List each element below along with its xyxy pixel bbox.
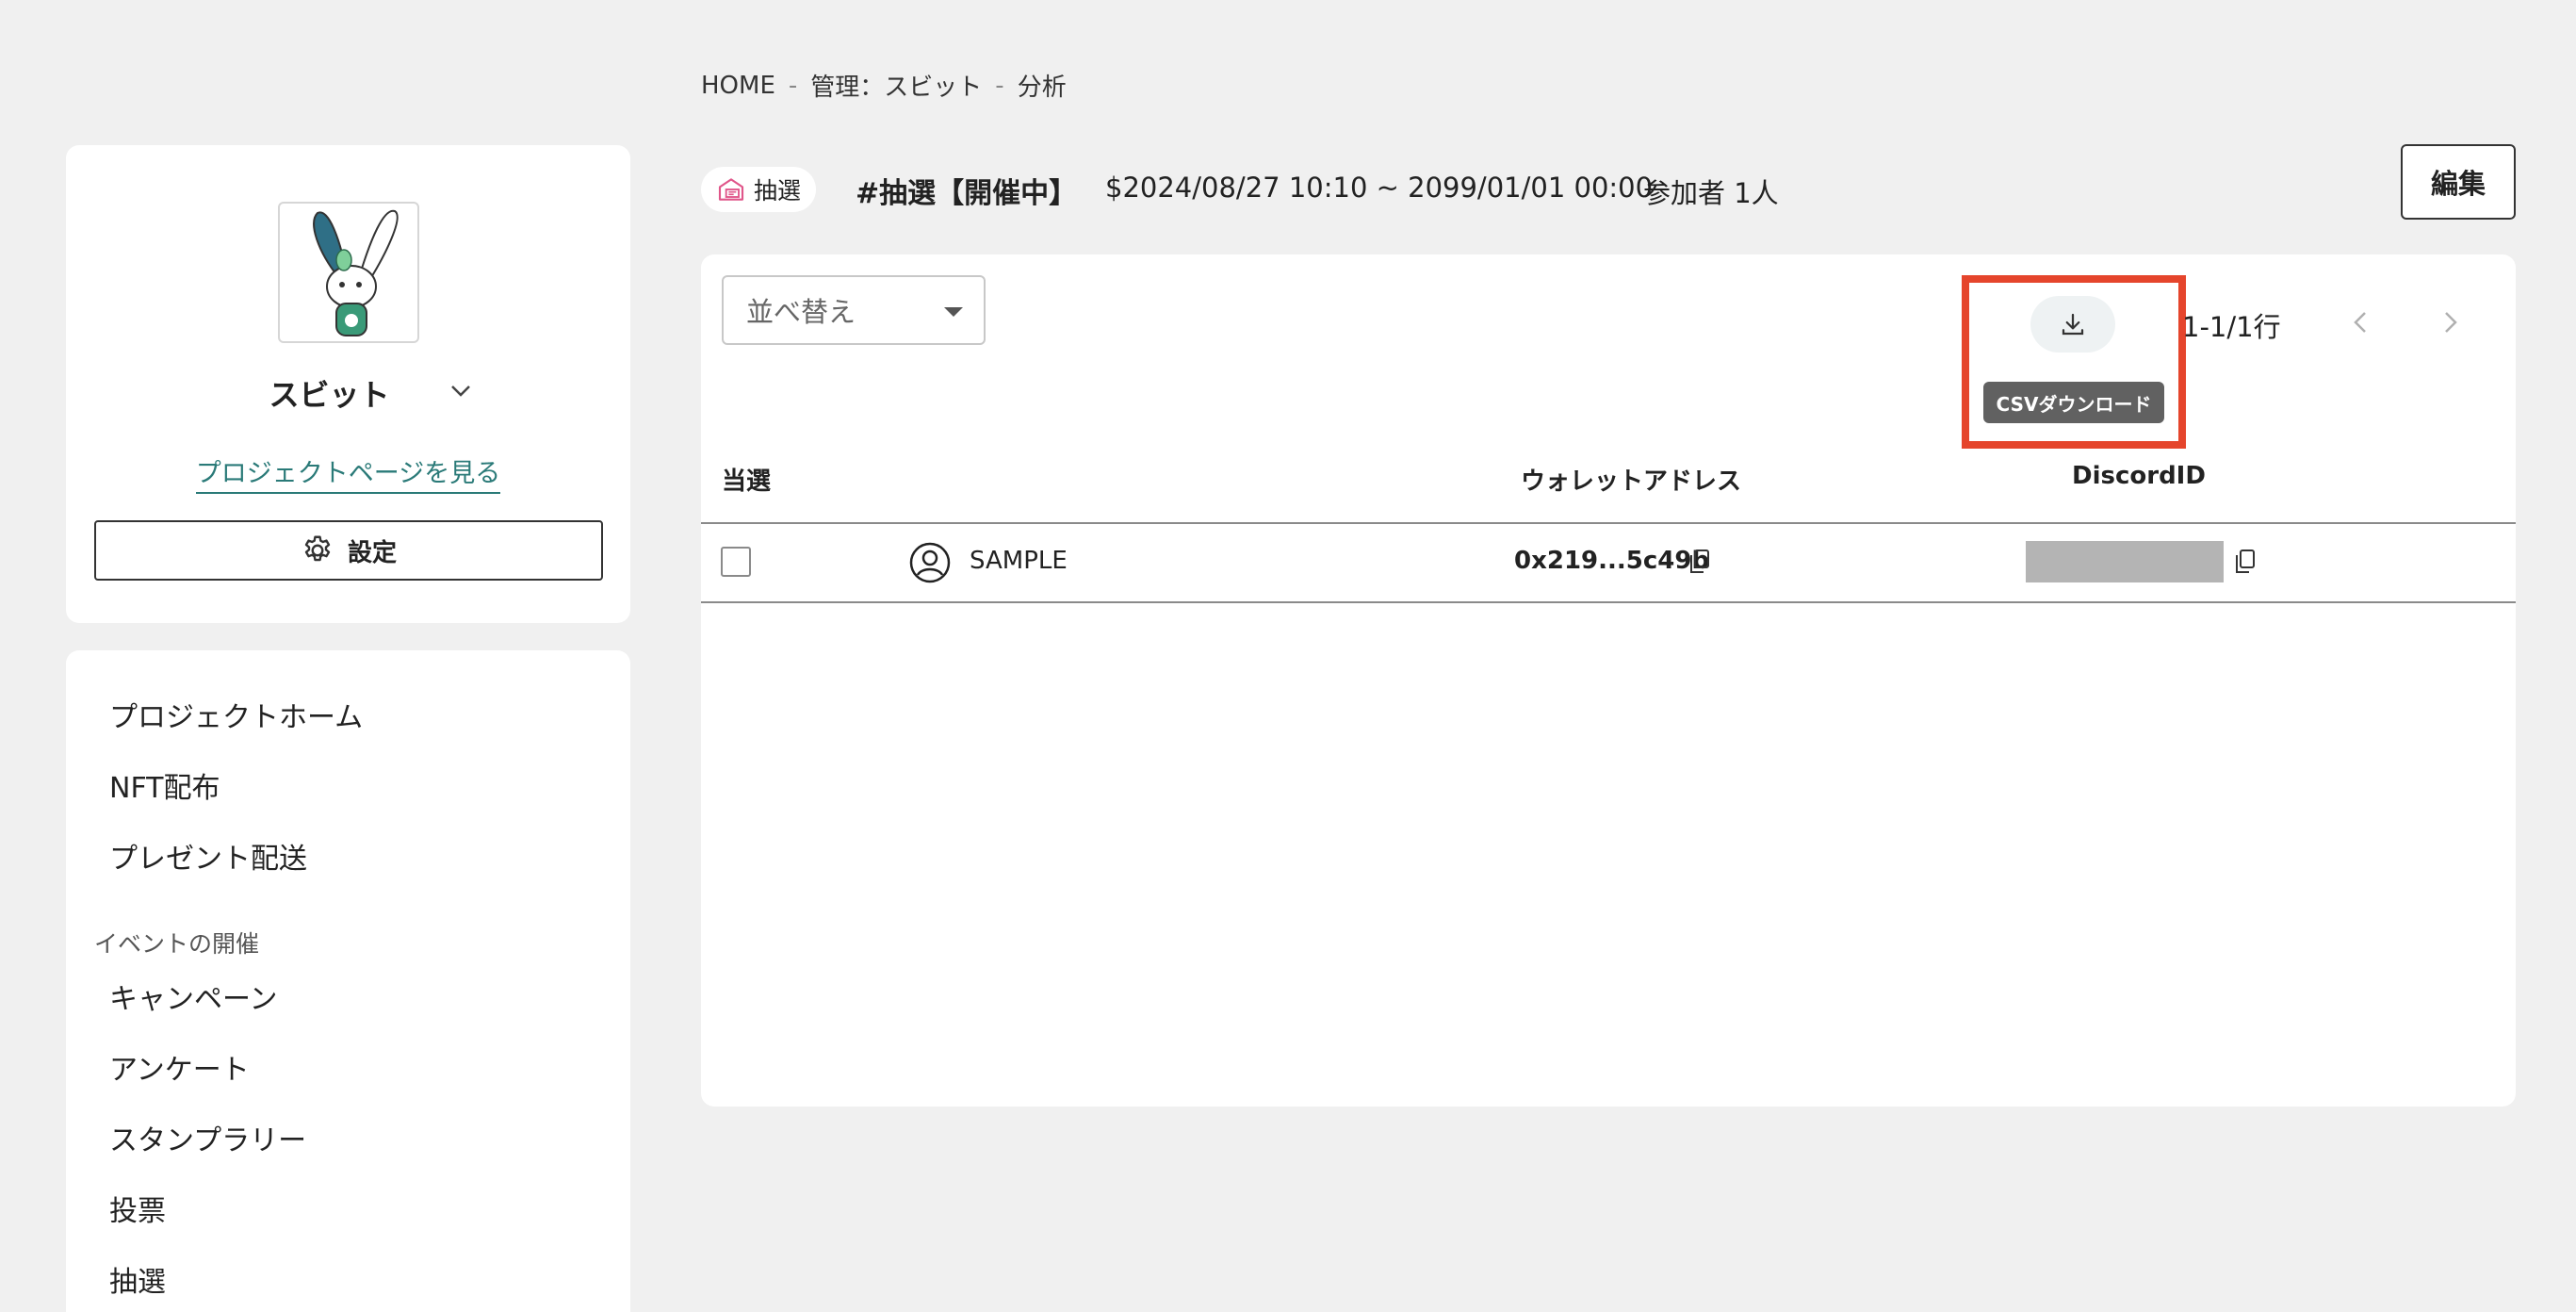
- copy-icon[interactable]: [1687, 548, 1713, 576]
- column-header-winner: 当選: [722, 467, 772, 496]
- sidebar-item-project-home[interactable]: プロジェクトホーム: [109, 694, 363, 735]
- caret-down-icon: [944, 307, 963, 317]
- column-header-wallet: ウォレットアドレス: [1521, 467, 1742, 496]
- gift-ticket-icon: [718, 178, 744, 201]
- settings-button[interactable]: 設定: [94, 520, 603, 581]
- settings-label: 設定: [347, 538, 397, 567]
- chevron-left-icon[interactable]: [2340, 302, 2382, 343]
- sidebar-item-present-delivery[interactable]: プレゼント配送: [109, 835, 307, 877]
- event-type-label: 抽選: [754, 177, 802, 205]
- pagination-range: 1-1/1行: [2182, 311, 2281, 343]
- discord-id-redacted: [2026, 541, 2224, 582]
- table-row-divider: [701, 601, 2516, 603]
- event-title: #抽選【開催中】: [856, 177, 1078, 210]
- breadcrumb-separator: -: [788, 71, 798, 100]
- sort-select[interactable]: 並べ替え: [722, 275, 986, 345]
- project-name: スビット: [269, 377, 390, 413]
- breadcrumb-current: 分析: [1017, 74, 1067, 102]
- rabbit-mascot-icon: [313, 209, 399, 336]
- user-circle-icon: [909, 542, 951, 583]
- sidebar-item-survey[interactable]: アンケート: [109, 1046, 250, 1088]
- results-panel: 並べ替え CSVダウンロード 1-1/1行 当選 ウォレットアドレス Disco…: [701, 254, 2516, 1107]
- column-header-discord: DiscordID: [2072, 462, 2206, 490]
- sidebar-item-lottery[interactable]: 抽選: [109, 1258, 166, 1300]
- sidebar-menu: プロジェクトホーム NFT配布 プレゼント配送 イベントの開催 キャンペーン ア…: [66, 650, 630, 1312]
- edit-button[interactable]: 編集: [2401, 144, 2516, 220]
- copy-icon[interactable]: [2232, 548, 2258, 576]
- gear-icon: [304, 535, 331, 562]
- wallet-address: 0x219...5c49b: [1514, 547, 1710, 575]
- sidebar-item-nft-distribution[interactable]: NFT配布: [109, 764, 220, 806]
- sidebar-item-stamp-rally[interactable]: スタンプラリー: [109, 1117, 306, 1158]
- project-profile-card: スビット プロジェクトページを見る 設定: [66, 145, 630, 623]
- sidebar-heading-events: イベントの開催: [94, 930, 260, 958]
- project-avatar: [278, 202, 419, 343]
- sidebar-item-vote[interactable]: 投票: [109, 1188, 166, 1229]
- sort-select-label: 並べ替え: [746, 296, 856, 328]
- chevron-right-icon[interactable]: [2429, 302, 2470, 343]
- event-period: $2024/08/27 10:10 ~ 2099/01/01 00:00: [1105, 172, 1654, 204]
- project-page-link[interactable]: プロジェクトページを見る: [195, 459, 501, 494]
- event-type-badge: 抽選: [701, 167, 817, 212]
- winner-checkbox[interactable]: [721, 547, 751, 577]
- chevron-down-icon[interactable]: [447, 377, 475, 405]
- user-name: SAMPLE: [970, 547, 1068, 575]
- table-header-divider: [701, 522, 2516, 524]
- breadcrumb-home[interactable]: HOME: [701, 72, 775, 100]
- breadcrumb-separator: -: [995, 71, 1004, 100]
- participant-count: 参加者 1人: [1643, 177, 1779, 209]
- breadcrumb: HOME - 管理：スビット - 分析: [701, 68, 1067, 103]
- breadcrumb-manage[interactable]: 管理：スビット: [810, 68, 982, 103]
- sidebar-item-campaign[interactable]: キャンペーン: [109, 976, 278, 1017]
- highlight-box: [1962, 275, 2186, 449]
- project-page-link-wrap: プロジェクトページを見る: [66, 452, 630, 494]
